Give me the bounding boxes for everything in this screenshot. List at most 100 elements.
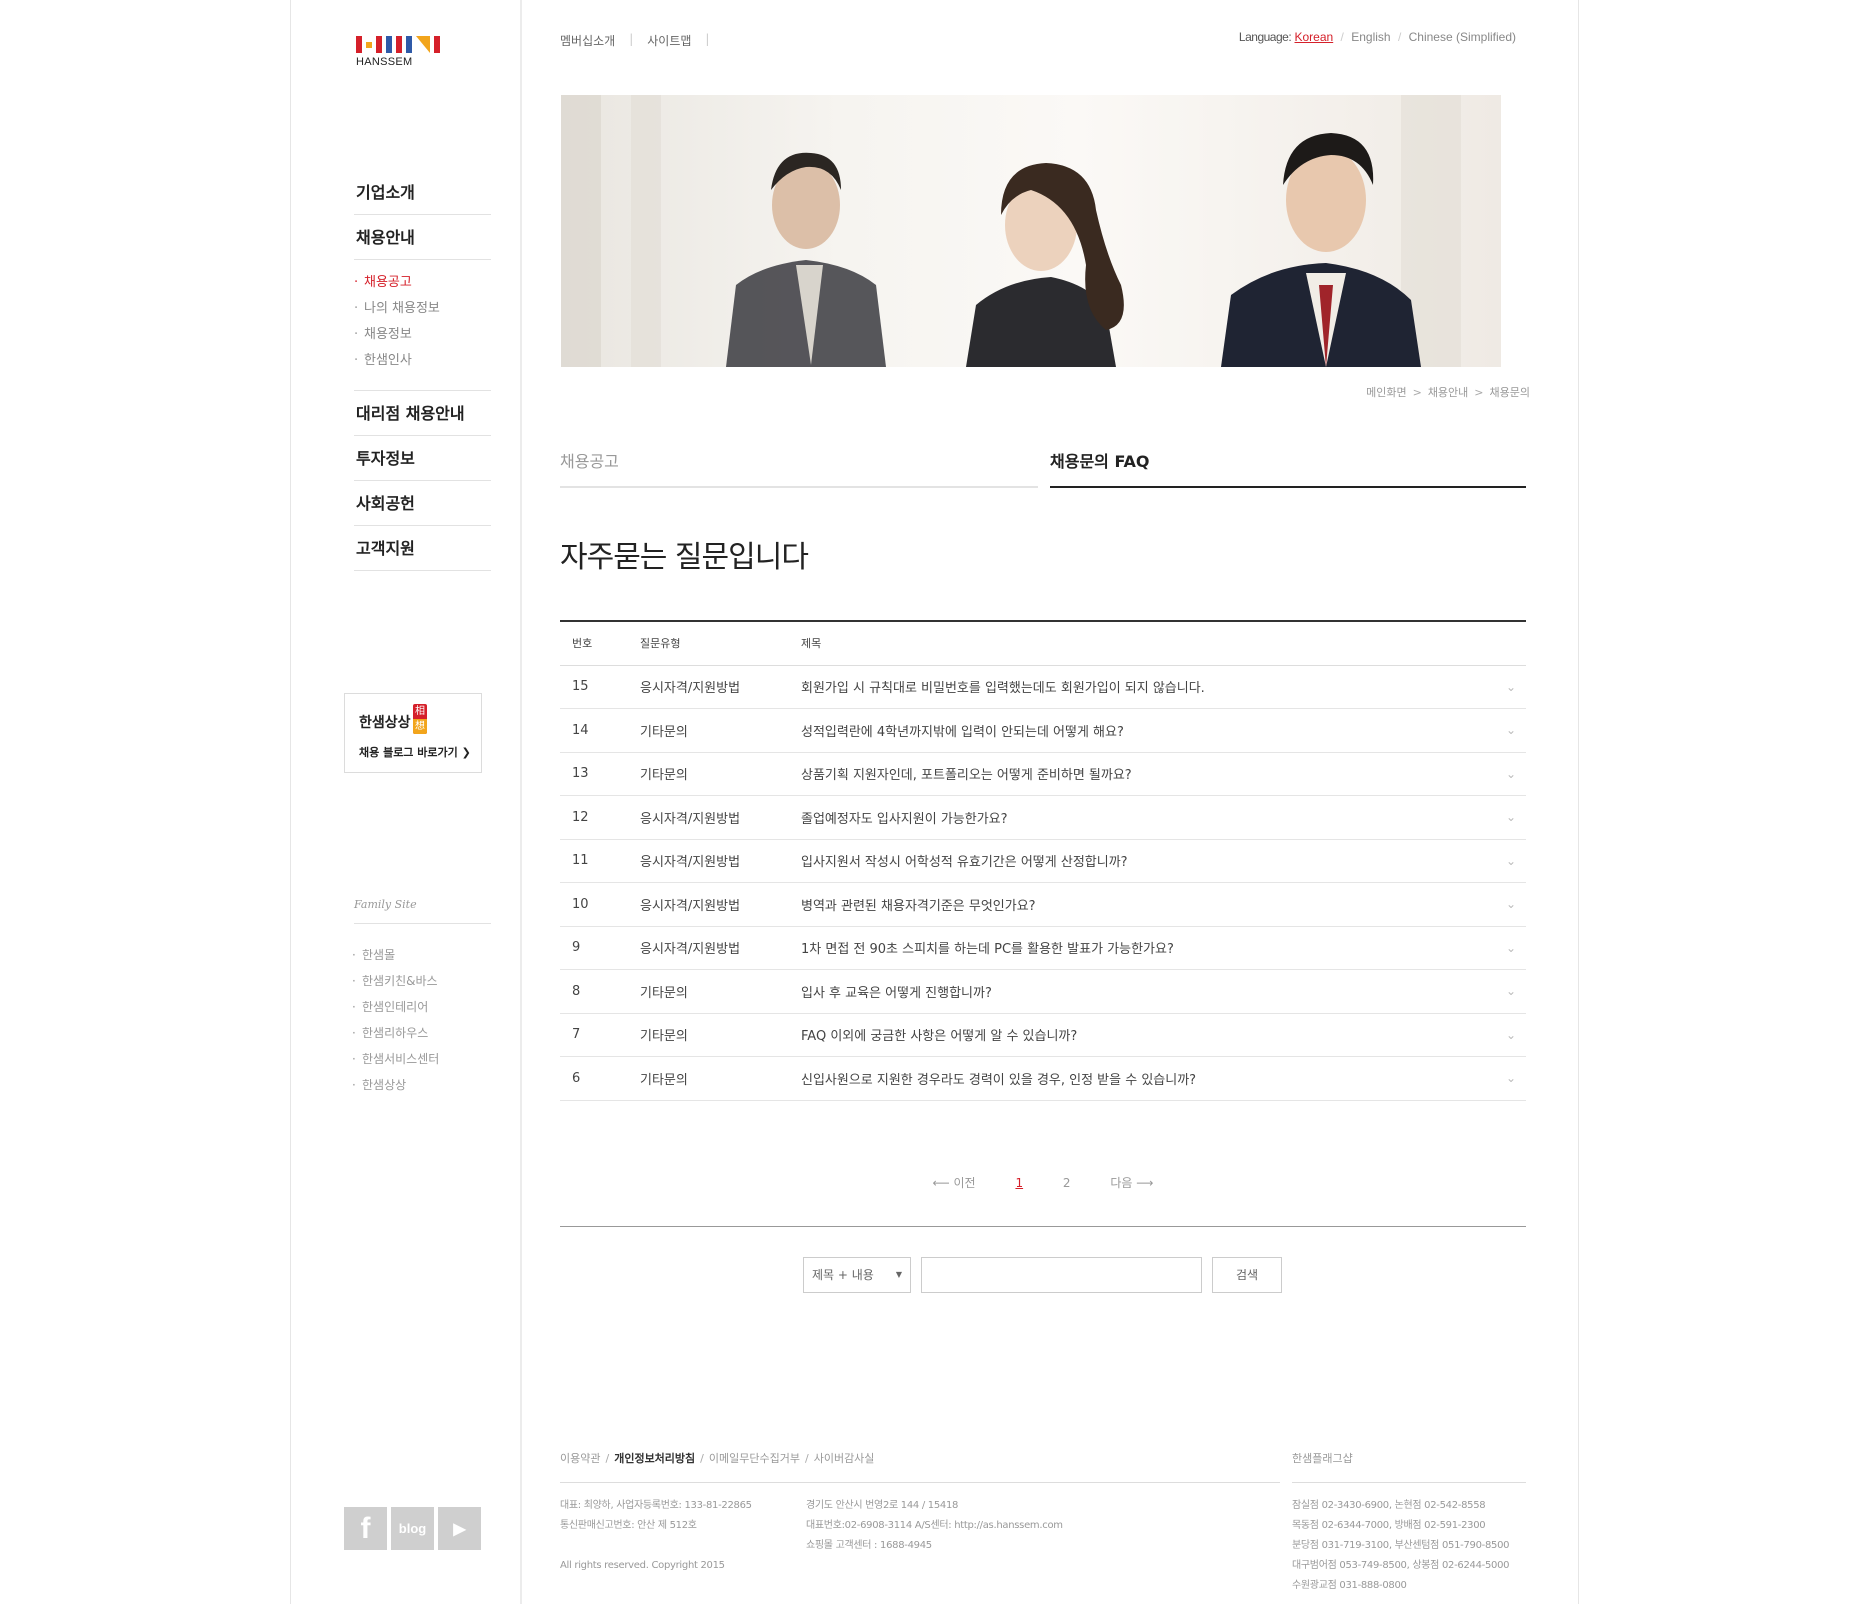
footer-text: 대표: 최양하, 사업자등록번호: 133-81-22865: [560, 1500, 752, 1511]
recruit-blog-banner[interactable]: 한샘상상 相想 채용 블로그 바로가기 ❯: [344, 693, 482, 773]
faq-number: 10: [560, 882, 640, 927]
chevron-down-icon[interactable]: ⌄: [1496, 839, 1526, 883]
flagship-title: 한샘플래그샵: [1292, 1450, 1526, 1483]
sitemap-link[interactable]: 사이트맵: [647, 32, 691, 49]
chevron-down-icon[interactable]: ⌄: [1496, 1013, 1526, 1057]
divider: /: [605, 1452, 610, 1465]
family-site-title: Family Site: [354, 898, 491, 924]
faq-row[interactable]: 7 기타문의 FAQ 이외에 궁금한 사항은 어떻게 알 수 있습니까? ⌄: [560, 1013, 1526, 1057]
page-2[interactable]: 2: [1063, 1176, 1071, 1190]
nav-sub-my-info[interactable]: 나의 채용정보: [354, 296, 491, 322]
search-button[interactable]: 검색: [1212, 1257, 1282, 1293]
language-chinese[interactable]: Chinese (Simplified): [1409, 30, 1516, 44]
privacy-link[interactable]: 개인정보처리방침: [614, 1452, 695, 1465]
hero-image: [561, 95, 1501, 367]
faq-header-row: 번호 질문유형 제목: [560, 621, 1526, 666]
logo-bar: [406, 36, 412, 53]
faq-row[interactable]: 6 기타문의 신입사원으로 지원한 경우라도 경력이 있을 경우, 인정 받을 수 …: [560, 1056, 1526, 1101]
tab-job-posting[interactable]: 채용공고: [560, 442, 1038, 488]
faq-title[interactable]: 성적입력란에 4학년까지밖에 입력이 안되는데 어떻게 해요?: [801, 708, 1496, 753]
nav-sub-job-posting[interactable]: 채용공고: [354, 270, 491, 296]
breadcrumb-home[interactable]: 메인화면: [1366, 386, 1406, 399]
language-korean[interactable]: Korean: [1295, 30, 1334, 44]
breadcrumb-recruit[interactable]: 채용안내: [1428, 386, 1468, 399]
faq-type: 기타문의: [640, 752, 801, 796]
family-site-item[interactable]: 한샘몰: [352, 942, 439, 968]
faq-number: 6: [560, 1056, 640, 1101]
faq-row[interactable]: 10 응시자격/지원방법 병역과 관련된 채용자격기준은 무엇인가요? ⌄: [560, 882, 1526, 927]
nav-company[interactable]: 기업소개: [354, 170, 491, 215]
flagship-list: 잠실점 02-3430-6900, 논현점 02-542-8558 목동점 02…: [1292, 1496, 1510, 1596]
chevron-down-icon[interactable]: ⌄: [1496, 665, 1526, 709]
faq-title[interactable]: 1차 면접 전 90초 스피치를 하는데 PC를 활용한 발표가 가능한가요?: [801, 926, 1496, 970]
chevron-down-icon[interactable]: ⌄: [1496, 708, 1526, 753]
faq-row[interactable]: 9 응시자격/지원방법 1차 면접 전 90초 스피치를 하는데 PC를 활용한 발…: [560, 926, 1526, 970]
family-site-item[interactable]: 한샘키친&바스: [352, 968, 439, 994]
faq-row[interactable]: 13 기타문의 상품기획 지원자인데, 포트폴리오는 어떻게 준비하면 될까요? ⌄: [560, 752, 1526, 796]
hanssem-logo[interactable]: HANSSEM: [356, 36, 440, 68]
nav-support[interactable]: 고객지원: [354, 526, 491, 571]
faq-title[interactable]: 입사 후 교육은 어떻게 진행합니까?: [801, 969, 1496, 1014]
family-site-list: 한샘몰 한샘키친&바스 한샘인테리어 한샘리하우스 한샘서비스센터 한샘상상: [352, 942, 439, 1098]
faq-title[interactable]: 신입사원으로 지원한 경우라도 경력이 있을 경우, 인정 받을 수 있습니까?: [801, 1056, 1496, 1101]
email-refusal-link[interactable]: 이메일무단수집거부: [709, 1452, 800, 1465]
faq-row[interactable]: 14 기타문의 성적입력란에 4학년까지밖에 입력이 안되는데 어떻게 해요? ⌄: [560, 708, 1526, 753]
search-scope-select[interactable]: 제목 + 내용: [803, 1257, 911, 1293]
faq-row[interactable]: 12 응시자격/지원방법 졸업예정자도 입사지원이 가능한가요? ⌄: [560, 795, 1526, 840]
nav-sub-recruit-info[interactable]: 채용정보: [354, 322, 491, 348]
faq-type: 응시자격/지원방법: [640, 839, 801, 883]
chevron-down-icon[interactable]: ⌄: [1496, 969, 1526, 1014]
nav-recruit[interactable]: 채용안내: [354, 215, 491, 260]
flagship-item: 수원광교점 031-888-0800: [1292, 1580, 1407, 1591]
chevron-down-icon[interactable]: ⌄: [1496, 752, 1526, 796]
cyber-audit-link[interactable]: 사이버감사실: [814, 1452, 875, 1465]
footer-links: 이용약관 / 개인정보처리방침 / 이메일무단수집거부 / 사이버감사실: [560, 1450, 1280, 1483]
faq-title[interactable]: FAQ 이외에 궁금한 사항은 어떻게 알 수 있습니까?: [801, 1013, 1496, 1057]
faq-number: 14: [560, 708, 640, 753]
tab-faq[interactable]: 채용문의 FAQ: [1050, 442, 1526, 488]
naver-blog-icon[interactable]: blog: [391, 1507, 434, 1550]
logo-bars: [356, 36, 440, 53]
divider: /: [804, 1452, 809, 1465]
header-title: 제목: [801, 621, 1496, 666]
membership-link[interactable]: 멤버십소개: [560, 32, 615, 49]
family-site-item[interactable]: 한샘리하우스: [352, 1020, 439, 1046]
family-site-item[interactable]: 한샘인테리어: [352, 994, 439, 1020]
faq-row[interactable]: 11 응시자격/지원방법 입사지원서 작성시 어학성적 유효기간은 어떻게 산정합니…: [560, 839, 1526, 883]
faq-row[interactable]: 8 기타문의 입사 후 교육은 어떻게 진행합니까? ⌄: [560, 969, 1526, 1014]
terms-link[interactable]: 이용약관: [560, 1452, 600, 1465]
language-switcher: Language: Korean / English / Chinese (Si…: [1239, 30, 1516, 44]
chevron-down-icon[interactable]: ⌄: [1496, 795, 1526, 840]
page-1[interactable]: 1: [1015, 1176, 1023, 1190]
faq-row[interactable]: 15 응시자격/지원방법 회원가입 시 규칙대로 비밀번호를 입력했는데도 회원가입…: [560, 665, 1526, 709]
social-links: f blog ▶: [344, 1507, 481, 1550]
faq-title[interactable]: 상품기획 지원자인데, 포트폴리오는 어떻게 준비하면 될까요?: [801, 752, 1496, 796]
faq-type: 응시자격/지원방법: [640, 926, 801, 970]
faq-title[interactable]: 병역과 관련된 채용자격기준은 무엇인가요?: [801, 882, 1496, 927]
family-site-item[interactable]: 한샘서비스센터: [352, 1046, 439, 1072]
faq-type: 응시자격/지원방법: [640, 795, 801, 840]
family-site-item[interactable]: 한샘상상: [352, 1072, 439, 1098]
blog-banner-title: 한샘상상: [359, 715, 411, 731]
chevron-down-icon[interactable]: ⌄: [1496, 1056, 1526, 1101]
chevron-down-icon[interactable]: ⌄: [1496, 926, 1526, 970]
faq-title[interactable]: 회원가입 시 규칙대로 비밀번호를 입력했는데도 회원가입이 되지 않습니다.: [801, 665, 1496, 709]
facebook-icon[interactable]: f: [344, 1507, 387, 1550]
search-input[interactable]: [921, 1257, 1202, 1293]
prev-page-button[interactable]: ⟵ 이전: [933, 1176, 976, 1190]
nav-invest[interactable]: 투자정보: [354, 436, 491, 481]
nav-recruit-submenu: 채용공고 나의 채용정보 채용정보 한샘인사: [354, 260, 491, 391]
faq-title[interactable]: 입사지원서 작성시 어학성적 유효기간은 어떻게 산정합니까?: [801, 839, 1496, 883]
chevron-down-icon[interactable]: ⌄: [1496, 882, 1526, 927]
faq-title[interactable]: 졸업예정자도 입사지원이 가능한가요?: [801, 795, 1496, 840]
nav-sub-hr[interactable]: 한샘인사: [354, 348, 491, 374]
hero-people-illustration: [561, 95, 1461, 367]
next-page-button[interactable]: 다음 ⟶: [1110, 1176, 1153, 1190]
language-english[interactable]: English: [1351, 30, 1390, 44]
nav-agency[interactable]: 대리점 채용안내: [354, 391, 491, 436]
nav-social[interactable]: 사회공헌: [354, 481, 491, 526]
youtube-icon[interactable]: ▶: [438, 1507, 481, 1550]
divider: /: [700, 1452, 704, 1465]
breadcrumb-separator: >: [1412, 386, 1422, 399]
faq-number: 9: [560, 926, 640, 970]
